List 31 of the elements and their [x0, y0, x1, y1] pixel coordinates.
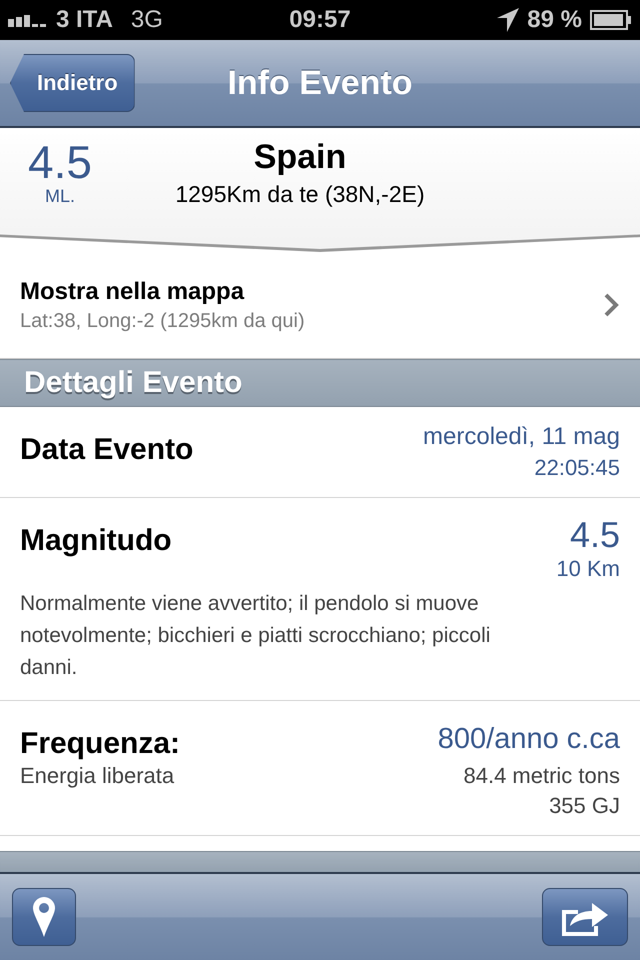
place-name: Spain [254, 138, 346, 177]
row-value: 355 GJ [549, 793, 620, 819]
row-value: 22:05:45 [534, 455, 620, 481]
row-value: 800/anno c.ca [438, 723, 620, 756]
network-type: 3G [130, 6, 163, 34]
screen-title: Info Evento [227, 64, 413, 102]
location-arrow-icon [497, 8, 520, 32]
row-subtitle: Lat:38, Long:-2 (1295km da qui) [20, 310, 305, 332]
map-pin-icon [33, 897, 55, 937]
row-value: mercoledì, 11 mag [423, 423, 620, 451]
row-label: Energia liberata [20, 763, 174, 790]
distance-text: 1295Km da te (38N,-2E) [175, 181, 425, 208]
row-label: Magnitudo [20, 524, 172, 558]
battery-icon [590, 10, 632, 30]
section-header: Dettagli Evento [0, 359, 640, 407]
back-button[interactable]: Indietro [10, 54, 135, 112]
carrier-name: 3 ITA [56, 6, 113, 34]
share-button[interactable] [542, 888, 628, 946]
map-button[interactable] [12, 888, 76, 946]
magnitude-unit: ML. [44, 186, 75, 207]
row-value: 4.5 [570, 514, 620, 556]
row-title: Mostra nella mappa [20, 278, 244, 306]
magnitude-value: 4.5 [28, 138, 92, 186]
row-label: Data Evento [20, 433, 194, 467]
row-value: 10 Km [556, 556, 620, 582]
battery-percent: 89 % [527, 6, 582, 34]
chevron-right-icon [604, 293, 620, 317]
row-value: 84.4 metric tons [463, 763, 620, 789]
description-text: Normalmente viene avvertito; il pendolo si muove notevolmente; bicchieri e piatti scrocchiano; piccoli danni. [20, 591, 492, 681]
row-label: Frequenza: [20, 727, 180, 761]
status-time: 09:57 [289, 6, 351, 33]
